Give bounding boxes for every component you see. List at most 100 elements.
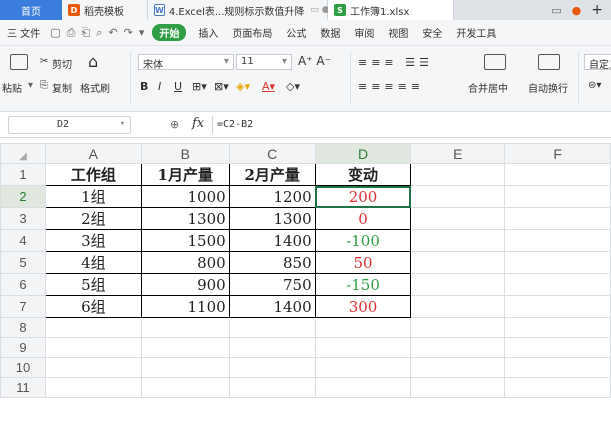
cell-group[interactable]: 4组: [44, 251, 142, 274]
cell-change[interactable]: 0: [314, 207, 412, 230]
fill-color-icon[interactable]: ◈▾: [236, 80, 250, 93]
row-header-2[interactable]: 2: [0, 185, 46, 208]
menu-file[interactable]: 三 文件: [0, 25, 47, 40]
header-cell-jan[interactable]: 1月产量: [140, 163, 230, 186]
row-header-10[interactable]: 10: [0, 357, 46, 378]
cell[interactable]: [314, 317, 412, 338]
save-icon[interactable]: ⎙: [64, 26, 79, 40]
cell[interactable]: [314, 337, 412, 358]
cell-change-active[interactable]: 200: [314, 185, 412, 208]
cell-group[interactable]: 5组: [44, 273, 142, 296]
copy-button[interactable]: 复制: [52, 80, 72, 95]
cell-change[interactable]: 50: [314, 251, 412, 274]
cell[interactable]: [228, 317, 316, 338]
column-header-d[interactable]: D: [314, 143, 412, 164]
row-header-6[interactable]: 6: [0, 273, 46, 296]
cell-jan[interactable]: 800: [140, 251, 230, 274]
tab-excel-doc[interactable]: W 4.Excel表...规则标示数值升降 ▭ ●: [148, 0, 330, 20]
cell[interactable]: [44, 357, 142, 378]
cell[interactable]: [504, 207, 611, 230]
cell[interactable]: [410, 357, 506, 378]
cell-feb[interactable]: 1200: [228, 185, 316, 208]
row-header-5[interactable]: 5: [0, 251, 46, 274]
menu-insert[interactable]: 插入: [191, 25, 225, 40]
menu-review[interactable]: 审阅: [347, 25, 381, 40]
cell-group[interactable]: 1组: [44, 185, 142, 208]
wrap-text-icon[interactable]: [538, 54, 560, 70]
zoom-search-icon[interactable]: ⊕: [170, 118, 179, 131]
cell-group[interactable]: 3组: [44, 229, 142, 252]
redo-icon[interactable]: ↷: [121, 26, 136, 39]
cell[interactable]: [410, 273, 506, 296]
row-header-8[interactable]: 8: [0, 317, 46, 338]
currency-icon[interactable]: ⊜▾: [588, 80, 601, 91]
cell[interactable]: [44, 377, 142, 398]
column-header-a[interactable]: A: [44, 143, 142, 164]
menu-security[interactable]: 安全: [415, 25, 449, 40]
number-format-select[interactable]: 自定义: [584, 54, 611, 71]
cell[interactable]: [504, 273, 611, 296]
cell[interactable]: [410, 317, 506, 338]
chevron-down-icon[interactable]: ▾: [136, 26, 148, 39]
bold-icon[interactable]: B: [140, 80, 148, 93]
column-header-b[interactable]: B: [140, 143, 230, 164]
font-color-icon[interactable]: A▾: [262, 80, 275, 93]
paste-dropdown-icon[interactable]: ▾: [28, 80, 33, 91]
menu-start[interactable]: 开始: [152, 24, 187, 41]
cell-feb[interactable]: 1300: [228, 207, 316, 230]
column-header-e[interactable]: E: [410, 143, 506, 164]
monitor-icon[interactable]: ▭ ●: [304, 5, 329, 15]
open-icon[interactable]: ▢: [47, 26, 63, 39]
cut-button[interactable]: 剪切: [52, 56, 72, 71]
cell-change[interactable]: -150: [314, 273, 412, 296]
row-header-11[interactable]: 11: [0, 377, 46, 398]
cell[interactable]: [44, 317, 142, 338]
align-top-icon[interactable]: ≡≡≡ ☰☰: [358, 56, 433, 69]
cell[interactable]: [410, 229, 506, 252]
tab-home[interactable]: 首页: [0, 0, 62, 20]
paste-button[interactable]: 粘贴: [2, 80, 22, 95]
paste-icon[interactable]: [10, 54, 28, 70]
header-cell-group[interactable]: 工作组: [44, 163, 142, 186]
cell[interactable]: [140, 337, 230, 358]
cell-group[interactable]: 6组: [44, 295, 142, 318]
menu-view[interactable]: 视图: [381, 25, 415, 40]
header-cell-change[interactable]: 变动: [314, 163, 412, 186]
cell[interactable]: [140, 377, 230, 398]
cell-change[interactable]: -100: [314, 229, 412, 252]
cell[interactable]: [410, 185, 506, 208]
cell[interactable]: [504, 295, 611, 318]
header-cell-feb[interactable]: 2月产量: [228, 163, 316, 186]
cut-icon[interactable]: ✂: [40, 56, 48, 67]
column-header-c[interactable]: C: [228, 143, 316, 164]
row-header-9[interactable]: 9: [0, 337, 46, 358]
menu-data[interactable]: 数据: [313, 25, 347, 40]
menu-developer[interactable]: 开发工具: [449, 25, 503, 40]
wrap-text-button[interactable]: 自动换行: [528, 80, 568, 95]
fill-border-icon[interactable]: ⊠▾: [214, 80, 229, 93]
align-left-icon[interactable]: ≡≡≡≡≡: [358, 80, 424, 93]
select-all-corner[interactable]: ◢: [0, 143, 46, 164]
cell-feb[interactable]: 750: [228, 273, 316, 296]
cell[interactable]: [504, 337, 611, 358]
cell-feb[interactable]: 1400: [228, 295, 316, 318]
cell[interactable]: [228, 357, 316, 378]
cell[interactable]: [140, 317, 230, 338]
row-header-7[interactable]: 7: [0, 295, 46, 318]
cell[interactable]: [504, 357, 611, 378]
copy-icon[interactable]: ⎘: [40, 80, 48, 91]
print-icon[interactable]: ⎗: [78, 26, 93, 40]
clear-icon[interactable]: ◇▾: [286, 80, 300, 93]
fx-icon[interactable]: fx: [192, 116, 204, 131]
merge-center-icon[interactable]: [484, 54, 506, 70]
window-icon[interactable]: ▭: [551, 4, 561, 17]
increase-font-icon[interactable]: A⁺ A⁻: [298, 54, 331, 68]
font-family-select[interactable]: 宋体 ▾: [138, 54, 234, 71]
cell[interactable]: [410, 163, 506, 186]
cell[interactable]: [410, 251, 506, 274]
cell[interactable]: [228, 377, 316, 398]
cell-jan[interactable]: 900: [140, 273, 230, 296]
cell-group[interactable]: 2组: [44, 207, 142, 230]
cell[interactable]: [314, 357, 412, 378]
cell[interactable]: [410, 295, 506, 318]
